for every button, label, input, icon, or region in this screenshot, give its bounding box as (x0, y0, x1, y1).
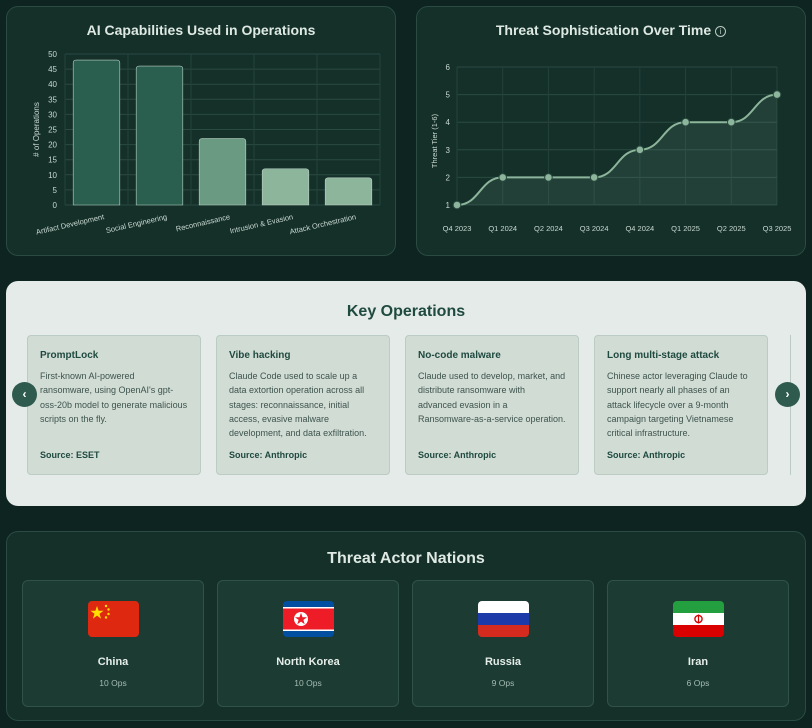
x-tick-label: Artifact Development (35, 212, 106, 237)
y-tick-label: 50 (48, 50, 57, 59)
y-tick-label: 3 (446, 146, 451, 155)
data-point (681, 117, 690, 127)
operation-card-long-multi-stage-attack[interactable]: Long multi-stage attack Chinese actor le… (594, 335, 768, 475)
data-point (544, 173, 553, 182)
y-tick-label: 2 (446, 173, 451, 182)
operation-source: Source: Anthropic (229, 450, 308, 460)
operation-description: Claude used to develop, market, and dist… (418, 371, 566, 424)
chevron-left-icon: ‹ (22, 387, 27, 401)
operation-description: First-known AI-powered ransomware, using… (40, 371, 188, 424)
nation-card-russia[interactable]: Russia 9 Ops (412, 580, 594, 707)
operation-card-vibe-hacking[interactable]: Vibe hacking Claude Code used to scale u… (216, 335, 390, 475)
chevron-right-icon: › (785, 387, 790, 401)
x-tick-label: Q2 2025 (717, 224, 746, 233)
key-operations-title: Key Operations (346, 303, 466, 320)
y-tick-label: 25 (48, 126, 57, 135)
operation-title: Vibe hacking (229, 350, 291, 361)
y-axis-label: # of Operations (32, 102, 41, 157)
capabilities-panel: AI Capabilities Used in Operations 0 5 10 1… (6, 6, 396, 256)
y-tick-label: 20 (48, 141, 57, 150)
north-korea-flag-icon (283, 601, 334, 637)
threat-sophistication-panel: Threat Sophistication Over Time i 123456Q… (416, 6, 806, 256)
operation-card-no-code-malware[interactable]: No-code malware Claude used to develop, … (405, 335, 579, 475)
y-tick-label: 30 (48, 110, 57, 119)
nation-name: Russia (484, 656, 522, 668)
nation-ops-count: 10 Ops (294, 678, 322, 688)
x-tick-label: Q3 2025 (763, 224, 792, 233)
nation-card-iran[interactable]: Iran 6 Ops (607, 580, 789, 707)
y-tick-label: 4 (446, 118, 451, 127)
data-point (498, 173, 508, 182)
threat-actor-nations-panel: Threat Actor Nations China 10 Ops North … (6, 531, 806, 721)
data-point (772, 90, 782, 99)
nation-name: China (97, 656, 129, 668)
nation-ops-count: 10 Ops (99, 678, 127, 688)
nation-card-china[interactable]: China 10 Ops (22, 580, 204, 707)
x-tick-label: Q1 2025 (671, 224, 700, 233)
y-tick-label: 15 (48, 156, 57, 165)
x-tick-label: Q1 2024 (488, 224, 517, 233)
y-tick-label: 5 (53, 186, 58, 195)
x-tick-label: Intrusion & Evasion (229, 212, 294, 235)
y-tick-label: 40 (48, 80, 57, 89)
y-tick-label: 10 (48, 171, 57, 180)
y-tick-label: 1 (446, 201, 451, 210)
y-axis-label: Threat Tier (1-6) (430, 113, 439, 168)
nation-name: Iran (687, 656, 709, 668)
operation-description: Claude Code used to scale up a data exto… (229, 371, 367, 439)
data-point (452, 200, 462, 210)
x-tick-label: Attack Orchestration (289, 212, 357, 236)
data-point (635, 145, 645, 155)
x-tick-label: Social Engineering (105, 212, 168, 235)
nation-name: North Korea (276, 656, 340, 668)
threat-line-chart: 1 2 3 4 5 6 Q4 2023 Q1 2024 Q2 2024 Q3 2024 Q4 202… (430, 63, 792, 233)
x-tick-label: Q2 2024 (534, 224, 563, 233)
data-point (589, 173, 599, 182)
carousel-next-button[interactable]: › (775, 382, 800, 407)
russia-flag-icon (478, 601, 529, 637)
operation-title: No-code malware (418, 350, 501, 361)
x-tick-label: Q3 2024 (580, 224, 609, 233)
y-tick-label: 0 (53, 201, 58, 210)
capabilities-bar-chart: 0 5 10 15 20 25 30 35 40 45 50 # of Operations Artif… (32, 50, 381, 237)
carousel-prev-button[interactable]: ‹ (12, 382, 37, 407)
y-tick-label: 35 (48, 95, 57, 104)
operation-title: Long multi-stage attack (607, 350, 720, 361)
bar (135, 65, 184, 206)
data-point (726, 117, 736, 127)
nations-title: Threat Actor Nations (327, 550, 485, 567)
y-tick-label: 5 (446, 91, 451, 100)
bar (72, 59, 121, 206)
operation-description: Chinese actor leveraging Claude to suppo… (607, 371, 748, 439)
china-flag-icon (88, 601, 139, 637)
nation-ops-count: 6 Ops (686, 678, 710, 688)
iran-flag-icon (673, 601, 724, 637)
x-tick-label: Reconnaissance (175, 212, 231, 233)
bar (261, 168, 310, 206)
x-tick-label: Q4 2024 (625, 224, 654, 233)
y-tick-label: 45 (48, 65, 57, 74)
bar (324, 177, 373, 206)
operation-source: Source: ESET (40, 450, 100, 460)
operation-card-promptlock[interactable]: PromptLock First-known AI-powered ransom… (27, 335, 201, 475)
key-operations-panel: Key Operations PromptLock First-known AI… (6, 281, 806, 506)
operation-source: Source: Anthropic (418, 450, 497, 460)
operation-source: Source: Anthropic (607, 450, 686, 460)
y-tick-label: 6 (446, 63, 451, 72)
operation-title: PromptLock (40, 350, 99, 361)
nation-ops-count: 9 Ops (491, 678, 515, 688)
x-tick-label: Q4 2023 (443, 224, 472, 233)
bar (198, 138, 247, 206)
nation-card-north-korea[interactable]: North Korea 10 Ops (217, 580, 399, 707)
